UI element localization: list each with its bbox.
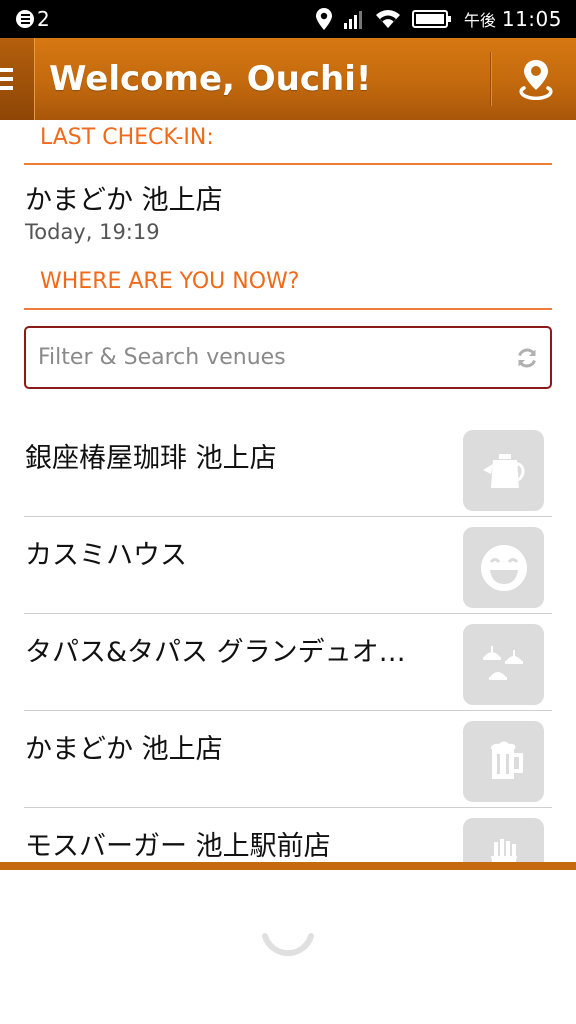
hamburger-icon bbox=[0, 68, 13, 72]
coffee-pot-icon bbox=[463, 430, 544, 511]
venue-name: モスバーガー 池上駅前店 bbox=[25, 831, 331, 862]
wifi-icon bbox=[375, 10, 400, 28]
clock: 11:05 bbox=[501, 7, 562, 31]
venue-name: タパス&タパス グランデュオ… bbox=[25, 637, 406, 668]
header-divider bbox=[490, 52, 492, 106]
fries-icon bbox=[463, 818, 544, 862]
list-item[interactable]: タパス&タパス グランデュオ… bbox=[0, 614, 576, 711]
venue-name: カスミハウス bbox=[25, 540, 187, 571]
battery-icon bbox=[411, 10, 451, 28]
venue-name: 銀座椿屋珈琲 池上店 bbox=[25, 443, 277, 474]
list-item[interactable]: 銀座椿屋珈琲 池上店 bbox=[0, 420, 576, 517]
venue-search bbox=[24, 326, 552, 389]
page-title: Welcome, Ouchi! bbox=[49, 59, 372, 99]
refresh-icon[interactable] bbox=[514, 345, 540, 371]
smiley-icon bbox=[463, 527, 544, 608]
signal-icon bbox=[343, 11, 362, 29]
notification-icon bbox=[16, 10, 34, 28]
venue-list: 銀座椿屋珈琲 池上店 カスミハウス タパス&タパス グランデュオ… かまどか 池… bbox=[0, 420, 576, 862]
venue-name: かまどか 池上店 bbox=[25, 734, 223, 765]
location-pin-icon bbox=[519, 60, 553, 100]
notification-area: 2 bbox=[0, 7, 50, 31]
last-checkin-heading: LAST CHECK-IN: bbox=[24, 125, 552, 165]
dining-icon bbox=[463, 624, 544, 705]
footer-divider bbox=[0, 862, 576, 870]
loading-spinner-icon bbox=[262, 933, 314, 957]
location-status-icon bbox=[315, 8, 332, 30]
list-item[interactable]: モスバーガー 池上駅前店 bbox=[0, 808, 576, 862]
list-item[interactable]: カスミハウス bbox=[0, 517, 576, 614]
beer-mug-icon bbox=[463, 721, 544, 802]
last-checkin-time: Today, 19:19 bbox=[25, 220, 160, 244]
app-header: Welcome, Ouchi! bbox=[0, 38, 576, 120]
ampm-label: 午後 bbox=[463, 11, 496, 30]
last-checkin-venue[interactable]: かまどか 池上店 bbox=[25, 178, 223, 217]
search-input[interactable] bbox=[36, 337, 514, 378]
menu-button[interactable] bbox=[0, 38, 35, 120]
status-bar: 2 午後 11:05 bbox=[0, 0, 576, 38]
notification-count: 2 bbox=[37, 7, 50, 31]
check-in-location-button[interactable] bbox=[496, 38, 576, 120]
list-item[interactable]: かまどか 池上店 bbox=[0, 711, 576, 808]
where-now-heading: WHERE ARE YOU NOW? bbox=[24, 269, 552, 310]
